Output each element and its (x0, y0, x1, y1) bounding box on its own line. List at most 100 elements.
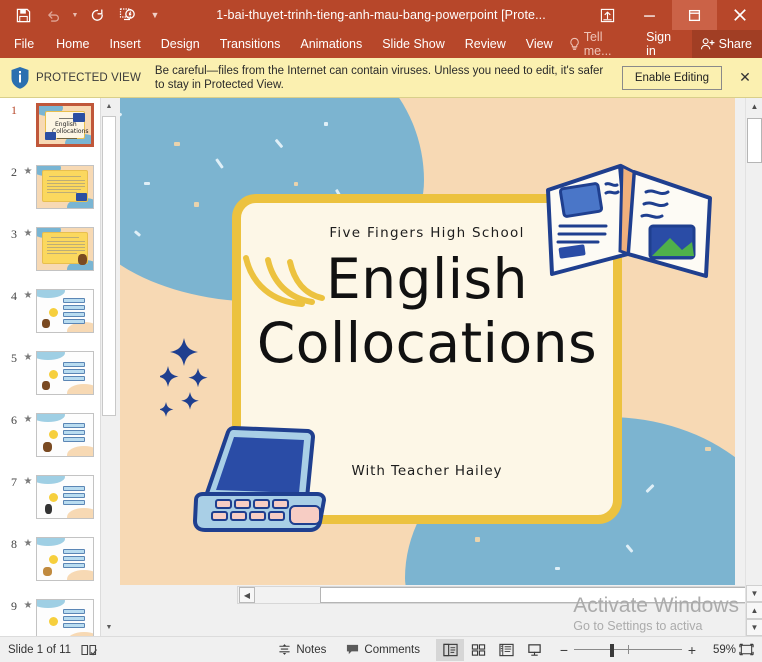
scroll-down-button[interactable]: ▼ (746, 585, 762, 602)
thumbnail-image (36, 289, 94, 333)
window-controls (587, 0, 762, 30)
thumbnail-slide-8[interactable]: 8 ★ (0, 532, 100, 594)
tab-home[interactable]: Home (46, 30, 99, 58)
spell-check-icon[interactable] (81, 643, 98, 657)
enable-editing-button[interactable]: Enable Editing (621, 65, 722, 90)
thumbnail-number: 4 (11, 289, 17, 303)
next-slide-button[interactable]: ▼ (746, 619, 762, 636)
thumbnail-slide-4[interactable]: 4 ★ (0, 284, 100, 346)
undo-dropdown-icon[interactable]: ▼ (68, 2, 82, 28)
comment-icon (347, 644, 359, 655)
reading-view-button[interactable] (492, 639, 520, 661)
thumbnail-slide-1[interactable]: 1 English Collocations (0, 98, 100, 160)
slide-thumbnail-pane[interactable]: 1 English Collocations 2 ★ 3 ★ 4 ★ 5 ★ 6… (0, 98, 100, 636)
notes-button[interactable]: Notes (268, 643, 336, 656)
animation-star-icon: ★ (23, 414, 33, 425)
tab-review[interactable]: Review (455, 30, 516, 58)
quick-access-toolbar: ▼ ▼ (0, 2, 168, 28)
ribbon-display-options-icon[interactable] (587, 0, 627, 30)
minimize-icon[interactable] (627, 0, 672, 30)
animation-star-icon: ★ (23, 600, 33, 611)
thumbnail-slide-3[interactable]: 3 ★ (0, 222, 100, 284)
shield-info-icon (11, 66, 29, 89)
undo-icon[interactable] (38, 2, 68, 28)
slide-show-view-button[interactable] (520, 639, 548, 661)
zoom-slider[interactable] (574, 643, 682, 657)
title-bar: ▼ ▼ 1-bai-thuyet-trinh-tieng-anh-mau-ban… (0, 0, 762, 30)
person-add-icon (700, 38, 715, 50)
restore-icon[interactable] (672, 0, 717, 30)
view-buttons (436, 638, 548, 661)
animation-star-icon: ★ (23, 228, 33, 239)
previous-slide-button[interactable]: ▲ (746, 602, 762, 619)
thumbnail-image (36, 475, 94, 519)
work-area: 1 English Collocations 2 ★ 3 ★ 4 ★ 5 ★ 6… (0, 98, 762, 636)
thumbnail-number: 6 (11, 413, 17, 427)
thumbnail-slide-7[interactable]: 7 ★ (0, 470, 100, 532)
protected-view-label: PROTECTED VIEW (36, 71, 141, 84)
scroll-up-button[interactable]: ▲ (746, 98, 762, 115)
thumbnail-slide-2[interactable]: 2 ★ (0, 160, 100, 222)
tell-me-box[interactable]: Tell me... (563, 30, 638, 58)
thumbnail-scrollbar[interactable]: ▲ ▼ (100, 98, 117, 636)
zoom-out-button[interactable]: − (554, 642, 574, 658)
thumbnail-image: English Collocations (36, 103, 94, 147)
status-bar: Slide 1 of 11 Notes Comments − + 59% (0, 636, 762, 662)
animation-star-icon: ★ (23, 290, 33, 301)
normal-view-button[interactable] (436, 638, 464, 661)
thumbnail-scroll-down-button[interactable]: ▼ (101, 619, 117, 636)
share-label: Share (718, 37, 752, 51)
animation-star-icon: ★ (23, 476, 33, 487)
comments-button[interactable]: Comments (336, 643, 430, 656)
redo-icon[interactable] (82, 2, 112, 28)
thumbnail-number: 7 (11, 475, 17, 489)
slide-canvas[interactable]: Five Fingers High School English Colloca… (120, 98, 735, 585)
zoom-level-label[interactable]: 59% (702, 644, 736, 656)
thumbnail-slide-5[interactable]: 5 ★ (0, 346, 100, 408)
slide-sorter-view-button[interactable] (464, 639, 492, 661)
yellow-swoosh-icon (243, 255, 325, 307)
horizontal-scrollbar-thumb[interactable] (320, 587, 762, 603)
vertical-scrollbar-thumb[interactable] (747, 118, 762, 163)
slide-vertical-scrollbar[interactable]: ▲ ▼ ▲ ▼ (745, 98, 762, 636)
comments-label: Comments (364, 643, 420, 656)
thumbnail-number: 9 (11, 599, 17, 613)
zoom-slider-handle[interactable] (610, 643, 614, 657)
thumbnail-image (36, 537, 94, 581)
zoom-control[interactable]: − + (554, 642, 702, 658)
tab-design[interactable]: Design (151, 30, 210, 58)
watermark-line2: Go to Settings to activa (573, 619, 703, 633)
thumbnail-slide-9[interactable]: 9 ★ (0, 594, 100, 636)
start-slideshow-icon[interactable] (112, 2, 142, 28)
close-protected-view-icon[interactable]: ✕ (736, 69, 754, 86)
tab-slide-show[interactable]: Slide Show (372, 30, 455, 58)
thumbnail-slide-6[interactable]: 6 ★ (0, 408, 100, 470)
tab-file[interactable]: File (0, 30, 46, 58)
zoom-in-button[interactable]: + (682, 642, 702, 658)
thumbnail-scrollbar-thumb[interactable] (102, 116, 116, 416)
animation-star-icon: ★ (23, 166, 33, 177)
notes-icon (279, 644, 291, 655)
close-icon[interactable] (717, 0, 762, 30)
slide-title-line2: Collocations (256, 311, 598, 375)
tell-me-label: Tell me... (583, 30, 612, 58)
laptop-icon (193, 426, 326, 532)
tab-view[interactable]: View (516, 30, 563, 58)
slide-counter[interactable]: Slide 1 of 11 (0, 644, 71, 656)
sign-in-button[interactable]: Sign in (638, 30, 690, 58)
thumbnail-number: 1 (11, 103, 17, 117)
scroll-left-button[interactable]: ◀ (239, 587, 255, 603)
thumbnail-number: 2 (11, 165, 17, 179)
thumbnail-image (36, 165, 94, 209)
fit-slide-to-window-button[interactable] (736, 643, 762, 657)
save-icon[interactable] (8, 2, 38, 28)
tab-insert[interactable]: Insert (100, 30, 151, 58)
horizontal-scrollbar[interactable]: ◀ (237, 586, 762, 604)
thumbnail-scroll-up-button[interactable]: ▲ (101, 98, 117, 115)
tab-transitions[interactable]: Transitions (210, 30, 291, 58)
customize-qat-icon[interactable]: ▼ (142, 2, 168, 28)
share-button[interactable]: Share (691, 30, 762, 58)
tab-animations[interactable]: Animations (290, 30, 372, 58)
slide-editing-area[interactable]: Five Fingers High School English Colloca… (117, 98, 762, 636)
protected-view-message: Be careful—files from the Internet can c… (154, 64, 604, 91)
